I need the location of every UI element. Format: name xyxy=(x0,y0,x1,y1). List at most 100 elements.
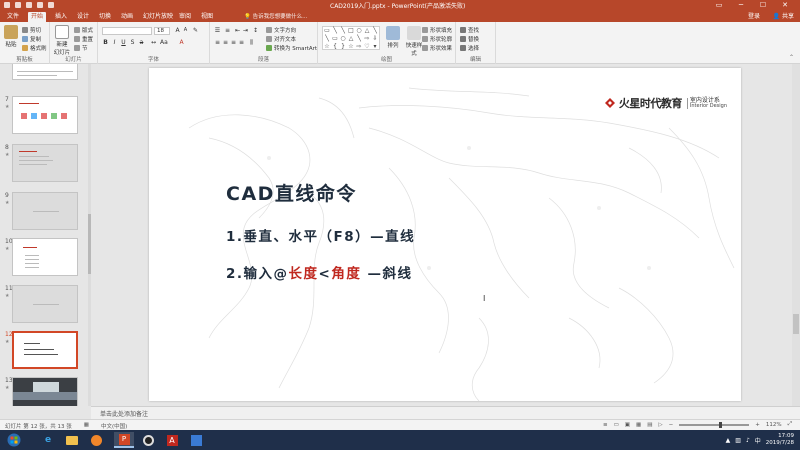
reading-view-icon[interactable]: ▤ xyxy=(647,422,652,428)
sign-in-link[interactable]: 登录 xyxy=(748,12,760,22)
justify-icon[interactable]: ≡ xyxy=(238,39,245,46)
numbering-icon[interactable]: ≡ xyxy=(224,27,231,34)
taskbar-clock[interactable]: 17:09 2019/7/28 xyxy=(766,433,794,447)
shape-oval-icon[interactable]: ○ xyxy=(339,35,347,43)
tell-me-box[interactable]: 💡 告诉我您想要做什么... xyxy=(244,12,307,22)
slide-bullet-2[interactable]: 2.输入@长度<角度 —斜线 xyxy=(226,262,413,282)
shape-line-icon[interactable]: ╲ xyxy=(371,27,379,35)
tab-insert[interactable]: 插入 xyxy=(52,12,70,22)
network-icon[interactable]: ▥ xyxy=(735,437,741,444)
shape-star-icon[interactable]: ☆ xyxy=(347,43,355,51)
format-painter-button[interactable]: 格式刷 xyxy=(22,44,47,52)
shape-arrow-icon[interactable]: ⇩ xyxy=(371,35,379,43)
language-indicator[interactable]: 中文(中国) xyxy=(101,422,127,430)
ribbon-display-options-button[interactable]: ▭ xyxy=(708,0,730,11)
shape-arrow-icon[interactable]: ⇨ xyxy=(355,43,363,51)
shape-rect-icon[interactable]: ▭ xyxy=(331,35,339,43)
new-slide-button[interactable]: 新建 幻灯片 xyxy=(52,25,72,56)
quick-styles-button[interactable]: 快速样式 xyxy=(404,26,424,57)
notes-pane[interactable]: 单击此处添加备注 xyxy=(91,406,800,419)
minimize-button[interactable]: ─ xyxy=(730,0,752,11)
notes-toggle-icon[interactable]: ≡ xyxy=(603,422,608,428)
shape-effects-button[interactable]: 形状效果 xyxy=(422,44,452,52)
paste-button[interactable]: 粘贴 xyxy=(2,25,20,48)
character-spacing-icon[interactable]: ↔ xyxy=(150,39,157,46)
tab-design[interactable]: 设计 xyxy=(74,12,92,22)
share-button[interactable]: 👤 共享 xyxy=(773,12,794,22)
editor-scrollbar[interactable] xyxy=(792,64,800,406)
shape-star-icon[interactable]: ☆ xyxy=(323,43,331,51)
tab-review[interactable]: 审阅 xyxy=(176,12,194,22)
replace-button[interactable]: 替换 xyxy=(460,35,479,43)
italic-icon[interactable]: I xyxy=(111,39,118,46)
shape-fill-button[interactable]: 形状填充 xyxy=(422,26,452,34)
zoom-slider[interactable] xyxy=(679,421,750,428)
zoom-level[interactable]: 112% xyxy=(766,422,782,428)
fit-to-window-icon[interactable]: ⤢ xyxy=(788,421,792,428)
collapse-ribbon-icon[interactable]: ⌃ xyxy=(789,54,794,61)
columns-icon[interactable]: ⫼ xyxy=(248,39,255,46)
find-button[interactable]: 查找 xyxy=(460,26,479,34)
copy-button[interactable]: 复制 xyxy=(22,35,41,43)
shape-line-icon[interactable]: ╲ xyxy=(331,27,339,35)
spell-check-icon[interactable]: ▦ xyxy=(84,422,89,430)
decrease-font-icon[interactable]: A xyxy=(182,27,189,34)
tab-animations[interactable]: 动画 xyxy=(118,12,136,22)
cut-button[interactable]: 剪切 xyxy=(22,26,41,34)
shape-brace-icon[interactable]: } xyxy=(339,43,347,51)
increase-font-icon[interactable]: A xyxy=(174,27,181,34)
shape-more-icon[interactable]: ▾ xyxy=(371,43,379,51)
shadow-icon[interactable]: S xyxy=(129,39,136,46)
align-center-icon[interactable]: ≡ xyxy=(222,39,229,46)
font-size-box[interactable]: 18 xyxy=(154,27,170,35)
comments-icon[interactable]: ▭ xyxy=(614,422,619,428)
strikethrough-icon[interactable]: a xyxy=(138,39,145,46)
tab-file[interactable]: 文件 xyxy=(4,12,22,22)
convert-smartart-button[interactable]: 转换为 SmartArt xyxy=(266,44,317,52)
media-player-icon[interactable] xyxy=(86,432,106,448)
align-right-icon[interactable]: ≡ xyxy=(230,39,237,46)
font-color-icon[interactable]: A xyxy=(178,39,185,46)
tab-view[interactable]: 视图 xyxy=(198,12,216,22)
align-left-icon[interactable]: ≡ xyxy=(214,39,221,46)
close-button[interactable]: ✕ xyxy=(774,0,796,11)
layout-button[interactable]: 版式 xyxy=(74,26,93,34)
powerpoint-taskbar-icon[interactable]: P xyxy=(114,432,134,448)
align-text-button[interactable]: 对齐文本 xyxy=(266,35,296,43)
tab-slide-show[interactable]: 幻灯片放映 xyxy=(140,12,176,22)
shape-oval-icon[interactable]: ○ xyxy=(355,27,363,35)
slide-bullet-1[interactable]: 1.垂直、水平（F8）—直线 xyxy=(226,225,415,245)
shape-heart-icon[interactable]: ♡ xyxy=(363,43,371,51)
slideshow-icon[interactable]: ▷ xyxy=(658,422,662,428)
tab-home[interactable]: 开始 xyxy=(28,12,47,22)
start-from-beginning-icon[interactable] xyxy=(37,2,43,8)
shape-triangle-icon[interactable]: △ xyxy=(347,35,355,43)
shape-triangle-icon[interactable]: △ xyxy=(363,27,371,35)
text-direction-button[interactable]: 文字方向 xyxy=(266,26,296,34)
change-case-icon[interactable]: Aa xyxy=(160,39,168,46)
slide-title[interactable]: CAD直线命令 xyxy=(226,179,357,206)
save-icon[interactable] xyxy=(4,2,10,8)
shape-outline-button[interactable]: 形状轮廓 xyxy=(422,35,452,43)
shape-arrow-icon[interactable]: ⇨ xyxy=(363,35,371,43)
undo-icon[interactable] xyxy=(15,2,21,8)
zoom-slider-handle[interactable] xyxy=(719,421,723,428)
clear-formatting-icon[interactable]: ✎ xyxy=(192,27,199,34)
recorder-icon[interactable] xyxy=(138,432,158,448)
redo-icon[interactable] xyxy=(26,2,32,8)
shapes-gallery[interactable]: ▭ ╲ ╲ □ ○ △ ╲ ╲ ▭ ○ △ ╲ ⇨ ⇩ ☆ { } ☆ ⇨ ♡ … xyxy=(322,26,380,50)
autocad-icon[interactable]: A xyxy=(162,432,182,448)
windows-start-icon[interactable] xyxy=(4,432,24,448)
section-button[interactable]: 节 xyxy=(74,44,88,52)
tab-transitions[interactable]: 切换 xyxy=(96,12,114,22)
shape-line-icon[interactable]: ╲ xyxy=(323,35,331,43)
font-name-box[interactable] xyxy=(102,27,152,35)
reset-button[interactable]: 重置 xyxy=(74,35,93,43)
app-icon[interactable] xyxy=(186,432,206,448)
shape-line-icon[interactable]: ╲ xyxy=(339,27,347,35)
increase-indent-icon[interactable]: ⇥ xyxy=(242,27,249,34)
slide-sorter-icon[interactable]: ▦ xyxy=(636,422,641,428)
bold-icon[interactable]: B xyxy=(102,39,109,46)
bullets-icon[interactable]: ☰ xyxy=(214,27,221,34)
file-explorer-icon[interactable] xyxy=(62,432,82,448)
